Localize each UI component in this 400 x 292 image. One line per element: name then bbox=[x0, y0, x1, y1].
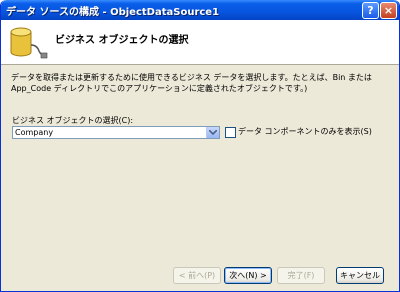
database-icon bbox=[10, 27, 48, 59]
window-title: データ ソースの構成 - ObjectDataSource1 bbox=[6, 7, 220, 18]
finish-button[interactable]: 完了(F) bbox=[277, 267, 325, 284]
description-text: データを取得または更新するために使用できるビジネス データを選択します。たとえば… bbox=[11, 73, 372, 93]
data-components-only-label[interactable]: データ コンポーネントのみを表示(S) bbox=[238, 126, 372, 137]
next-button[interactable]: 次へ(N) > bbox=[224, 267, 272, 284]
close-button[interactable]: × bbox=[380, 2, 397, 19]
wizard-header: ビジネス オブジェクトの選択 bbox=[1, 20, 399, 65]
back-button[interactable]: < 前へ(P) bbox=[173, 267, 221, 284]
business-object-value: Company bbox=[15, 128, 54, 137]
title-bar[interactable]: データ ソースの構成 - ObjectDataSource1 ? × bbox=[1, 0, 399, 20]
data-components-only-checkbox[interactable] bbox=[225, 127, 236, 138]
business-object-label: ビジネス オブジェクトの選択(C): bbox=[12, 116, 134, 125]
chevron-down-icon bbox=[209, 130, 217, 135]
cancel-button[interactable]: キャンセル bbox=[336, 267, 384, 284]
business-object-select[interactable]: Company bbox=[12, 126, 220, 139]
page-title: ビジネス オブジェクトの選択 bbox=[55, 35, 189, 46]
help-button[interactable]: ? bbox=[362, 2, 379, 19]
dialog-window: データ ソースの構成 - ObjectDataSource1 ? × ビジネス … bbox=[0, 0, 400, 292]
dropdown-button[interactable] bbox=[206, 127, 219, 138]
